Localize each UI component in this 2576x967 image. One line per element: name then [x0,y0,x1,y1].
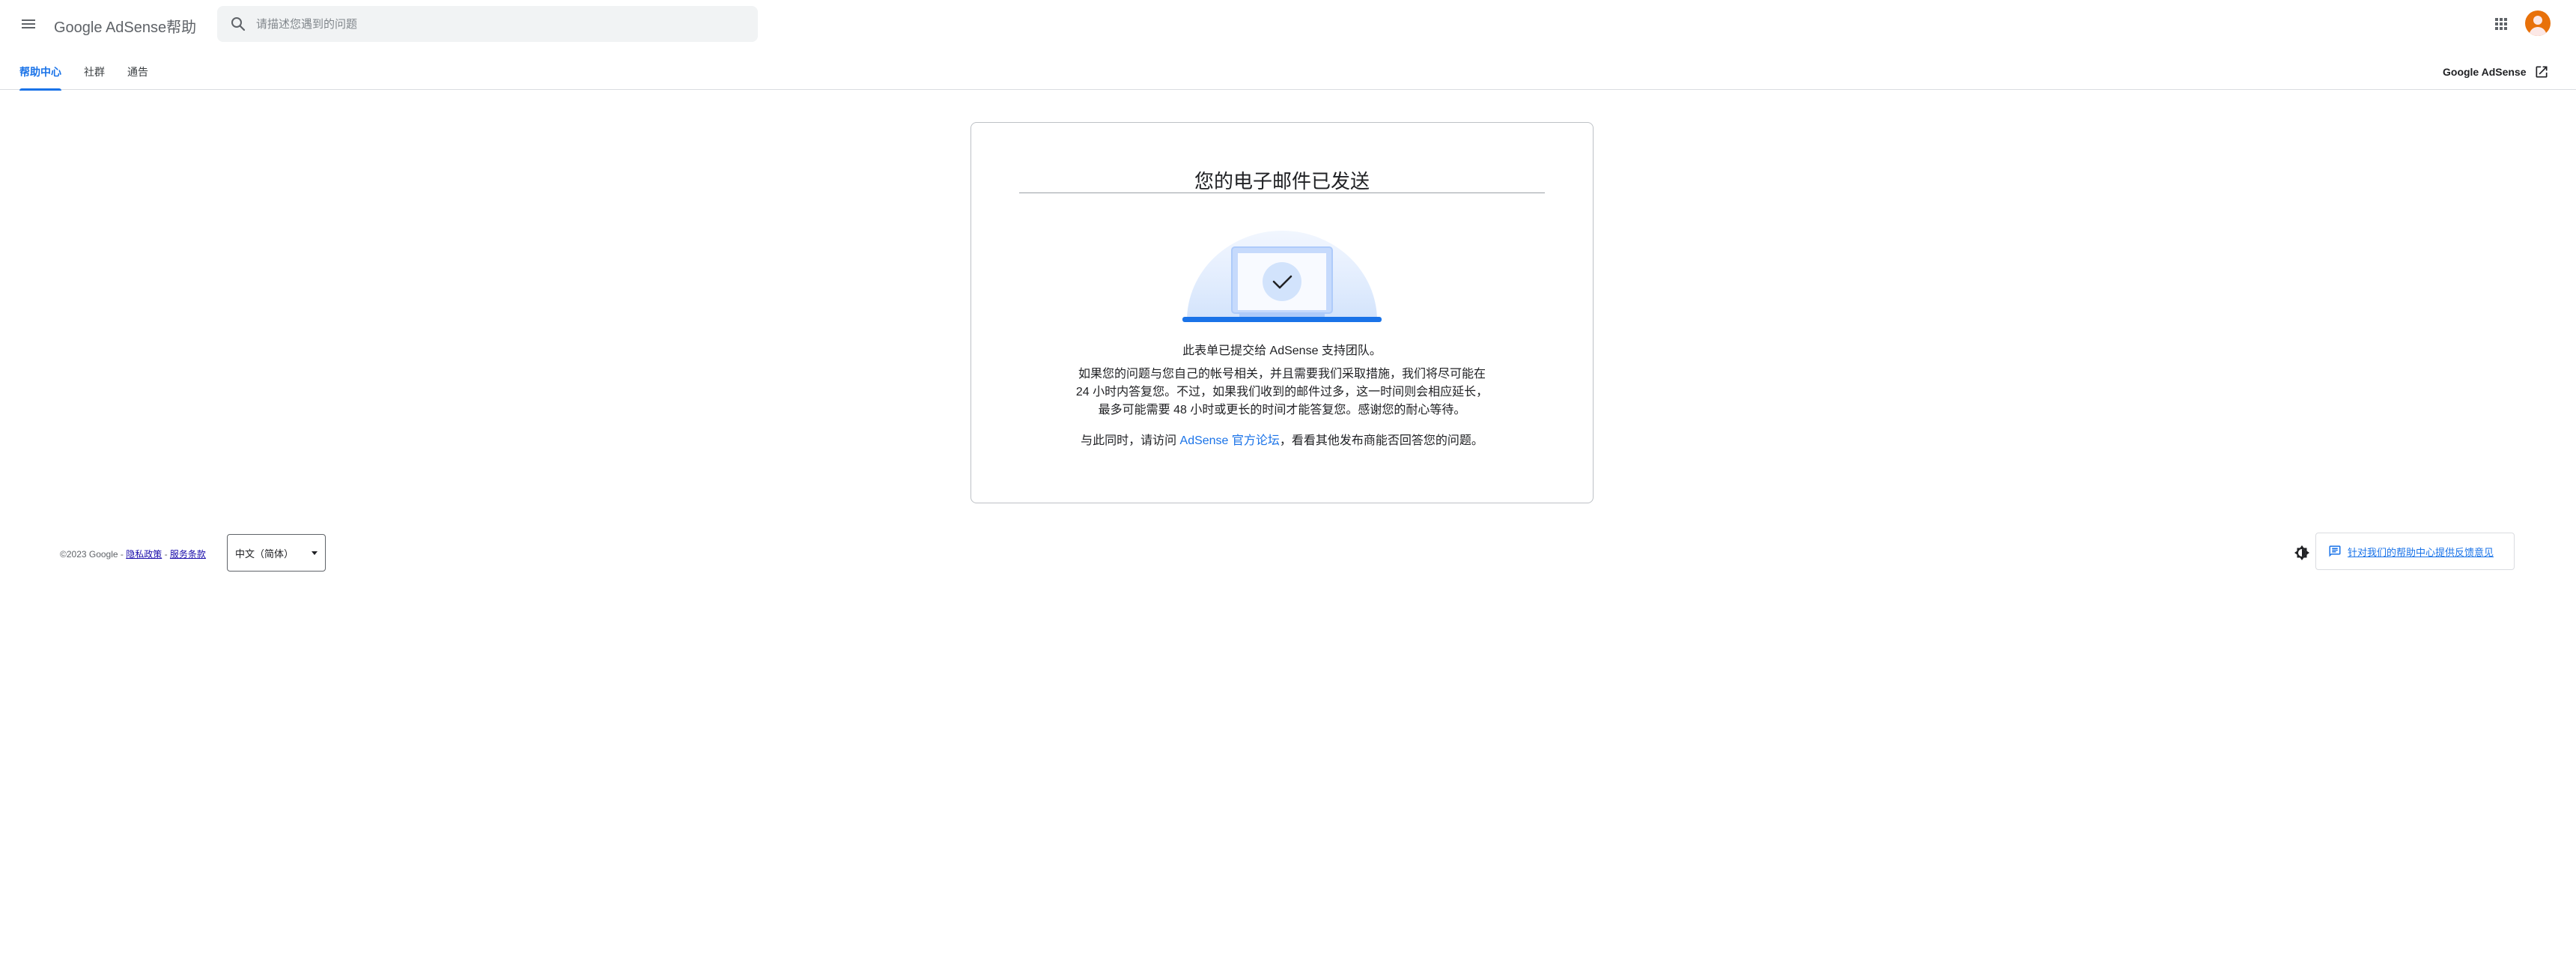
tab-help-center[interactable]: 帮助中心 [19,54,61,91]
apps-grid-icon [2495,18,2507,30]
response-time-notice: 如果您的问题与您自己的帐号相关，并且需要我们采取措施，我们将尽可能在 24 小时… [1075,368,1489,416]
google-adsense-external-link[interactable]: Google AdSense [2443,54,2549,90]
forum-suggestion-suffix: ，看看其他发布商能否回答您的问题。 [1279,434,1483,447]
person-icon [2529,16,2547,36]
search-bar[interactable] [217,6,758,42]
feedback-label: 针对我们的帮助中心提供反馈意见 [2348,546,2494,558]
copyright-text: ©2023 Google - [60,549,127,560]
forum-suggestion-prefix: 与此同时，请访问 [1081,434,1180,447]
tab-community[interactable]: 社群 [84,54,105,90]
main-menu-button[interactable] [13,9,43,39]
language-select-value: 中文（简体） [235,548,294,560]
email-sent-illustration [1182,228,1382,325]
help-center-feedback-button[interactable]: 针对我们的帮助中心提供反馈意见 [2315,533,2515,570]
nav-tabs: 帮助中心 社群 通告 [0,54,2576,91]
top-app-bar: Google AdSense帮助 [0,0,2576,48]
external-link-label: Google AdSense [2443,66,2527,78]
brightness-icon [2294,545,2309,560]
feedback-icon [2328,545,2342,558]
google-apps-button[interactable] [2486,9,2516,39]
footer-links: ©2023 Google - 隐私政策 - 服务条款 [60,548,206,560]
dropdown-caret-icon [312,551,318,555]
menu-icon [22,19,35,28]
forum-suggestion: 与此同时，请访问 AdSense 官方论坛，看看其他发布商能否回答您的问题。 [1016,430,1548,448]
tab-announcements[interactable]: 通告 [127,54,148,90]
terms-of-service-link[interactable]: 服务条款 [170,549,206,560]
submission-notice: 此表单已提交给 AdSense 支持团队。 [1182,345,1382,357]
card-title: 您的电子邮件已发送 [1019,166,1545,193]
product-brand[interactable]: Google AdSense帮助 [54,15,196,37]
search-icon[interactable] [220,6,256,42]
confirmation-card: 您的电子邮件已发送 此表单已提交给 AdSense 支持团队。 如果您的问题与您… [970,122,1594,503]
privacy-policy-link[interactable]: 隐私政策 [126,549,162,560]
language-select[interactable]: 中文（简体） [227,534,326,572]
adsense-forum-link[interactable]: AdSense 官方论坛 [1180,434,1280,447]
account-avatar[interactable] [2525,10,2551,36]
open-in-new-icon [2534,64,2549,79]
footer-separator: - [162,549,170,560]
theme-toggle-button[interactable] [2287,538,2317,568]
search-input[interactable] [256,9,705,39]
